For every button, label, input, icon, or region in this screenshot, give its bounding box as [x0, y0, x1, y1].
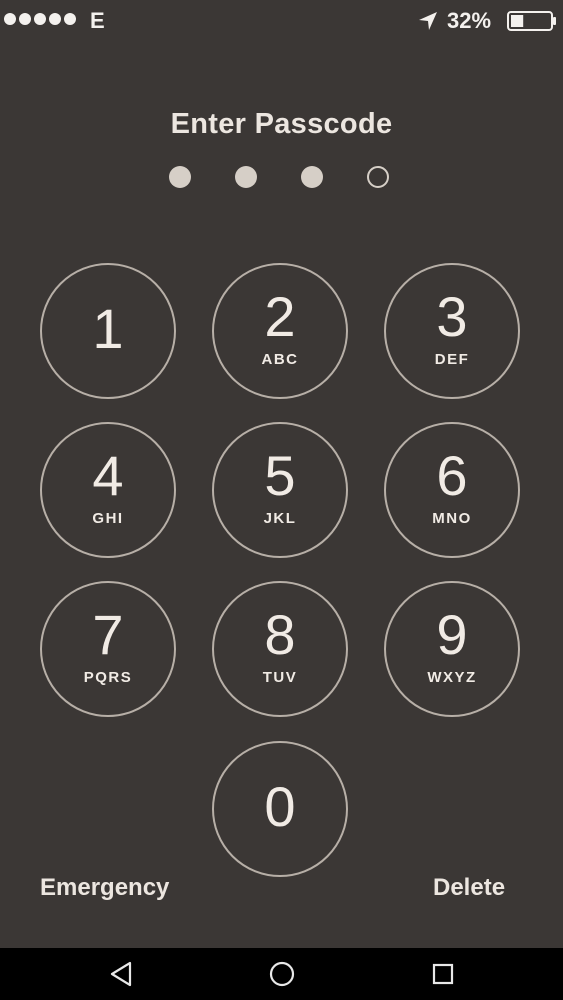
location-arrow-icon — [419, 12, 437, 30]
key-digit: 4 — [92, 444, 124, 507]
key-digit: 0 — [264, 775, 296, 838]
signal-dot — [19, 13, 31, 25]
signal-dot — [49, 13, 61, 25]
key-digit: 5 — [264, 444, 296, 507]
network-type: E — [90, 8, 105, 33]
battery-percent: 32% — [447, 8, 492, 33]
key-0[interactable]: 0 — [212, 741, 348, 877]
back-icon[interactable] — [108, 956, 134, 992]
status-bar: E 32% — [0, 0, 563, 40]
key-letters: MNO — [432, 510, 472, 527]
key-7[interactable]: 7 PQRS — [40, 581, 176, 717]
battery-icon — [507, 11, 556, 31]
key-digit: 1 — [92, 297, 124, 360]
key-2[interactable]: 2 ABC — [212, 263, 348, 399]
key-letters: ABC — [261, 351, 299, 368]
key-digit: 7 — [92, 603, 124, 666]
key-letters: DEF — [434, 351, 470, 368]
recents-icon[interactable] — [430, 956, 456, 992]
key-letters: PQRS — [83, 669, 133, 686]
navigation-bar — [0, 948, 563, 1000]
emergency-button[interactable]: Emergency — [40, 874, 169, 902]
key-letters: GHI — [92, 510, 124, 527]
signal-dot — [4, 13, 16, 25]
key-4[interactable]: 4 GHI — [40, 422, 176, 558]
page-title: Enter Passcode — [170, 108, 393, 140]
key-digit: 3 — [436, 285, 468, 348]
passcode-dot-filled — [169, 166, 191, 188]
key-letters: TUV — [262, 669, 298, 686]
passcode-dot-filled — [235, 166, 257, 188]
signal-dot — [64, 13, 76, 25]
key-letters: JKL — [263, 510, 297, 527]
signal-dot — [34, 13, 46, 25]
key-digit: 2 — [264, 285, 296, 348]
key-3[interactable]: 3 DEF — [384, 263, 520, 399]
key-letters: WXYZ — [427, 669, 477, 686]
key-digit: 6 — [436, 444, 468, 507]
passcode-dot-empty — [367, 166, 389, 188]
key-6[interactable]: 6 MNO — [384, 422, 520, 558]
key-digit: 9 — [436, 603, 468, 666]
key-9[interactable]: 9 WXYZ — [384, 581, 520, 717]
key-digit: 8 — [264, 603, 296, 666]
passcode-dot-filled — [301, 166, 323, 188]
delete-button[interactable]: Delete — [433, 874, 505, 902]
key-1[interactable]: 1 — [40, 263, 176, 399]
signal-strength-icon — [4, 13, 76, 25]
key-5[interactable]: 5 JKL — [212, 422, 348, 558]
key-8[interactable]: 8 TUV — [212, 581, 348, 717]
home-icon[interactable] — [267, 956, 297, 992]
